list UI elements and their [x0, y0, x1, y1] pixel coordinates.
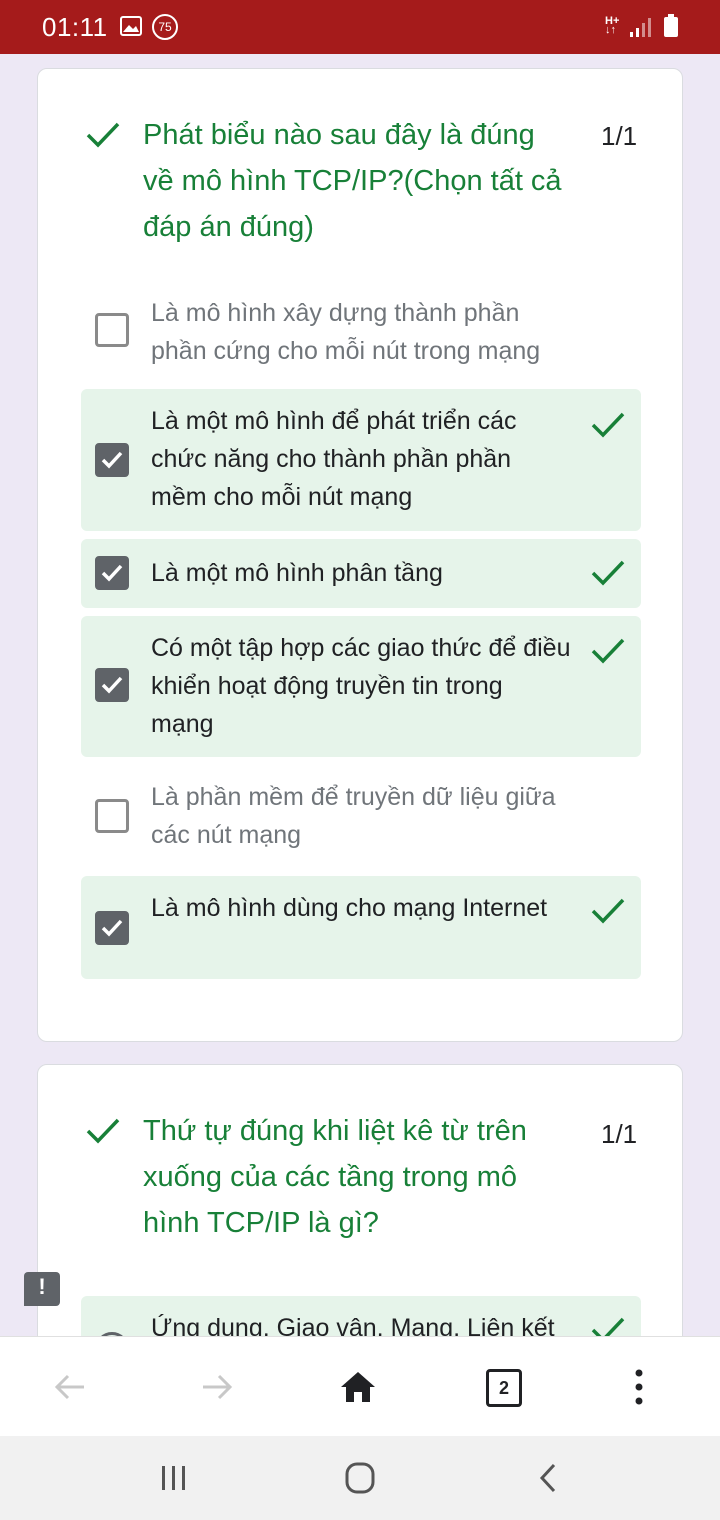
tab-switcher-icon[interactable]: 2 — [486, 1369, 522, 1407]
browser-toolbar: 2 — [0, 1336, 720, 1437]
network-type: H+ ↓↑ — [605, 15, 620, 36]
option-item[interactable]: Là một mô hình để phát triển các chức nă… — [81, 389, 641, 531]
option-label: Có một tập hợp các giao thức để điều khi… — [151, 634, 571, 738]
checkbox-empty-icon[interactable] — [95, 799, 129, 833]
option-label: Là mô hình dùng cho mạng Internet — [151, 894, 548, 922]
checkbox-checked-icon[interactable] — [95, 556, 129, 590]
option-item[interactable]: Là mô hình dùng cho mạng Internet — [81, 876, 641, 979]
system-navigation-bar — [0, 1436, 720, 1520]
back-arrow-icon[interactable] — [50, 1367, 90, 1407]
check-icon — [591, 638, 625, 664]
image-icon — [120, 16, 142, 36]
checkbox-checked-icon[interactable] — [95, 911, 129, 945]
question-score: 1/1 — [601, 1119, 638, 1149]
question-card-1: Phát biểu nào sau đây là đúng về mô hình… — [37, 68, 683, 1042]
check-icon — [86, 122, 120, 148]
notification-badge-icon: 75 — [152, 14, 178, 40]
recents-icon[interactable] — [156, 1462, 192, 1494]
checkbox-checked-icon[interactable] — [95, 668, 129, 702]
option-label: Là mô hình xây dựng thành phần phần cứng… — [151, 299, 541, 365]
home-icon[interactable] — [338, 1367, 378, 1407]
checkbox-checked-icon[interactable] — [95, 443, 129, 477]
report-icon[interactable]: ! — [24, 1272, 60, 1306]
check-icon — [591, 412, 625, 438]
forward-arrow-icon[interactable] — [197, 1367, 237, 1407]
option-item[interactable]: Là phần mềm để truyền dữ liệu giữa các n… — [81, 777, 641, 863]
back-nav-icon[interactable] — [530, 1462, 566, 1494]
signal-icon — [630, 18, 651, 37]
option-label: Là phần mềm để truyền dữ liệu giữa các n… — [151, 783, 556, 849]
option-item[interactable]: Có một tập hợp các giao thức để điều khi… — [81, 616, 641, 757]
check-icon — [86, 1118, 120, 1144]
status-bar: 01:11 75 H+ ↓↑ — [0, 0, 720, 54]
status-time: 01:11 — [42, 12, 108, 42]
check-icon — [591, 898, 625, 924]
battery-icon — [664, 14, 678, 37]
option-item[interactable]: Là một mô hình phân tầng — [81, 539, 641, 608]
report-label: ! — [38, 1274, 46, 1299]
overflow-menu-icon[interactable] — [619, 1367, 659, 1407]
question-title: Phát biểu nào sau đây là đúng về mô hình… — [143, 119, 562, 243]
option-label: Là một mô hình phân tầng — [151, 559, 443, 587]
check-icon — [591, 560, 625, 586]
question-score: 1/1 — [601, 121, 638, 151]
question-title: Thứ tự đúng khi liệt kê từ trên xuống củ… — [143, 1115, 527, 1239]
checkbox-empty-icon[interactable] — [95, 313, 129, 347]
home-nav-icon[interactable] — [342, 1462, 378, 1494]
option-item[interactable]: Là mô hình xây dựng thành phần phần cứng… — [81, 291, 641, 377]
option-label: Là một mô hình để phát triển các chức nă… — [151, 407, 517, 511]
